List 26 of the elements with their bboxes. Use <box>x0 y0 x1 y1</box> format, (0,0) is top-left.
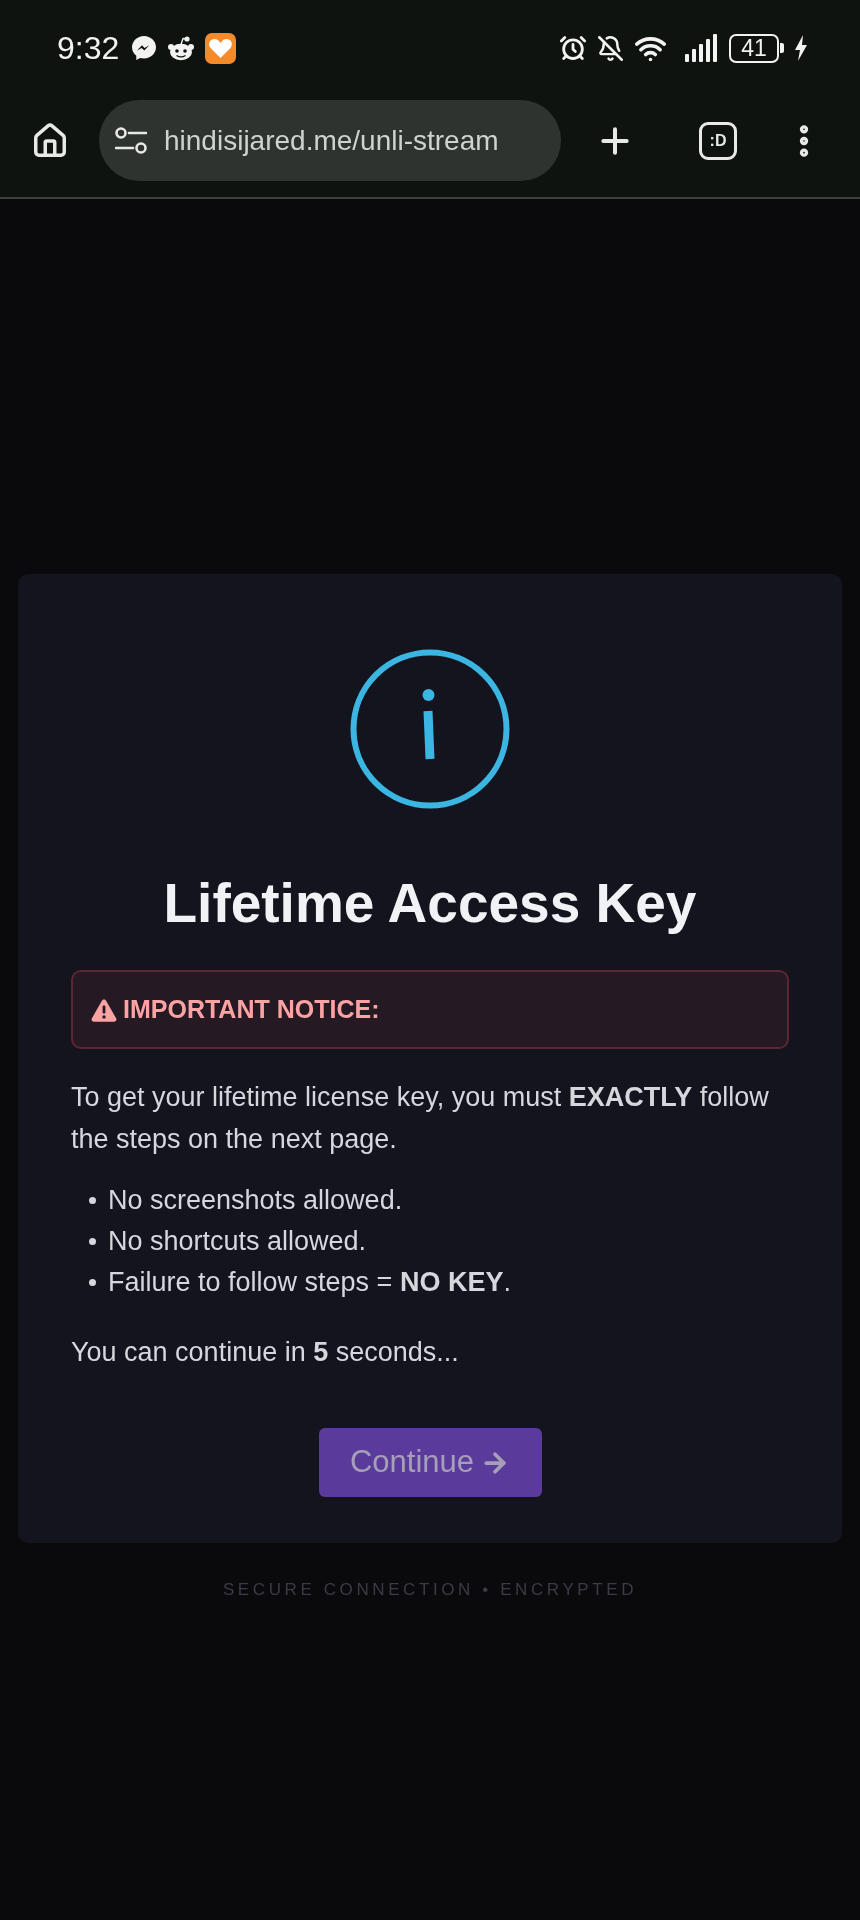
sliders-icon[interactable] <box>115 125 147 156</box>
chat-bubble-icon <box>131 35 158 61</box>
battery-indicator: 41 <box>729 33 784 63</box>
url-text[interactable]: hindisijared.me/unli-stream <box>164 119 499 162</box>
bullet-icon <box>89 1197 96 1204</box>
signal-bars-icon <box>685 34 717 62</box>
notice-heading: IMPORTANT NOTICE: <box>123 993 380 1025</box>
home-button[interactable] <box>31 121 69 160</box>
countdown-text: You can continue in 5 seconds... <box>71 1336 460 1369</box>
rule-text: No shortcuts allowed. <box>108 1225 367 1259</box>
alien-head-icon <box>167 35 196 61</box>
footer-text: SECURE CONNECTION • ENCRYPTED <box>222 1579 638 1601</box>
address-bar[interactable]: hindisijared.me/unli-stream <box>99 100 561 181</box>
tab-switcher-button[interactable]: :D <box>699 121 737 160</box>
heart-app-icon <box>205 32 237 64</box>
intro-paragraph: To get your lifetime license key, you must EXACTLY follow the steps on the next page. <box>71 1081 770 1156</box>
status-time: 9:32 <box>57 32 120 64</box>
rule-text: Failure to follow steps = NO KEY. <box>108 1266 511 1300</box>
bullet-icon <box>89 1238 96 1245</box>
dialog-title: Lifetime Access Key <box>163 872 697 934</box>
bullet-icon <box>89 1279 96 1286</box>
bell-muted-icon <box>597 34 624 62</box>
alarm-clock-icon <box>559 34 587 62</box>
info-icon <box>350 649 510 809</box>
warning-icon <box>91 997 117 1022</box>
rule-text: No screenshots allowed. <box>108 1184 403 1218</box>
